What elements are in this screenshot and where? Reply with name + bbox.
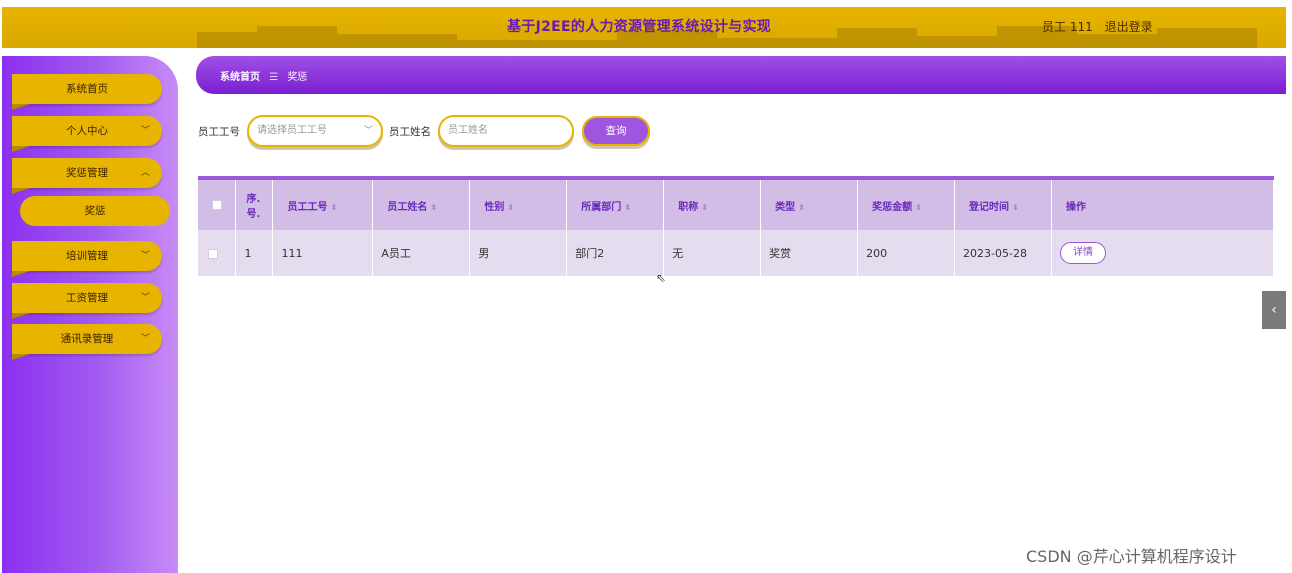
top-header: 基于J2EE的人力资源管理系统设计与实现 员工 111 退出登录: [2, 7, 1286, 48]
col-action: 操作: [1051, 178, 1274, 230]
cell-dept: 部门2: [566, 230, 665, 276]
select-all-cell: [198, 178, 237, 230]
sort-icon[interactable]: ⬍: [915, 203, 922, 212]
sidebar-item-salary-management[interactable]: 工资管理 ﹀: [12, 283, 162, 319]
sidebar-subitem-reward[interactable]: 奖惩: [20, 196, 170, 226]
emp-name-label: 员工姓名: [389, 126, 431, 138]
sort-icon[interactable]: ⬍: [1012, 203, 1019, 212]
table-row: 1 111 A员工 男 部门2 无 奖赏 200 2023-05-28 详情: [198, 230, 1274, 276]
col-dept[interactable]: 所属部门 ⬍: [566, 178, 665, 230]
logout-link[interactable]: 退出登录: [1105, 20, 1153, 34]
cell-date: 2023-05-28: [954, 230, 1052, 276]
watermark: CSDN @芹心计算机程序设计: [1026, 547, 1237, 566]
emp-name-input[interactable]: 员工姓名: [438, 115, 574, 147]
col-gender[interactable]: 性别 ⬍: [469, 178, 568, 230]
sidebar-item-reward-management[interactable]: 奖惩管理 ︿: [12, 158, 162, 194]
breadcrumb-current: 奖惩: [287, 72, 308, 83]
emp-no-label: 员工工号: [198, 126, 240, 138]
chevron-down-icon: ﹀: [140, 251, 150, 261]
sidebar-item-home[interactable]: 系统首页: [12, 74, 162, 110]
chevron-down-icon: ﹀: [140, 334, 150, 344]
cell-gender: 男: [469, 230, 568, 276]
select-all-checkbox[interactable]: [212, 199, 222, 210]
sidebar-item-label: 通讯录管理: [60, 333, 114, 345]
sidebar-item-label: 系统首页: [66, 83, 108, 95]
sidebar-item-contacts-management[interactable]: 通讯录管理 ﹀: [12, 324, 162, 360]
col-emp-name[interactable]: 员工姓名 ⬍: [372, 178, 471, 230]
col-amount[interactable]: 奖惩金额 ⬍: [857, 178, 956, 230]
table-header-row: 序.号. 员工工号 ⬍ 员工姓名 ⬍ 性别 ⬍ 所属部门 ⬍ 职称 ⬍ 类型 ⬍ 奖惩金额 ⬍…: [198, 178, 1274, 230]
detail-button[interactable]: 详情: [1060, 242, 1106, 264]
sidebar-item-training-management[interactable]: 培训管理 ﹀: [12, 241, 162, 277]
menu-icon: ☰: [269, 72, 279, 83]
col-type[interactable]: 类型 ⬍: [760, 178, 859, 230]
cell-emp-no: 111: [272, 230, 374, 276]
mouse-cursor-icon: ⇖: [656, 271, 667, 285]
sidebar-item-label: 培训管理: [66, 250, 108, 262]
row-select-cell: [198, 230, 237, 276]
site-title: 基于J2EE的人力资源管理系统设计与实现: [507, 19, 772, 35]
sidebar-item-label: 工资管理: [66, 292, 108, 304]
chevron-up-icon: ︿: [140, 168, 150, 178]
current-user: 员工 111: [1042, 20, 1093, 34]
sidebar-item-label: 奖惩: [84, 205, 106, 217]
emp-no-select[interactable]: 请选择员工工号 ﹀: [247, 115, 383, 147]
col-title[interactable]: 职称 ⬍: [663, 178, 762, 230]
sort-icon[interactable]: ⬍: [798, 203, 805, 212]
chevron-down-icon: ﹀: [140, 126, 150, 136]
emp-no-placeholder: 请选择员工工号: [257, 125, 327, 136]
cell-index: 1: [235, 230, 274, 276]
cell-amount: 200: [857, 230, 956, 276]
sidebar: 系统首页 个人中心 ﹀ 奖惩管理 ︿ 奖惩 培训管理 ﹀ 工资管理 ﹀ 通讯录管…: [2, 56, 178, 573]
col-date[interactable]: 登记时间 ⬍: [954, 178, 1052, 230]
col-emp-no[interactable]: 员工工号 ⬍: [272, 178, 374, 230]
user-area: 员工 111 退出登录: [1042, 18, 1161, 35]
collapse-panel-button[interactable]: ‹: [1262, 291, 1286, 329]
cell-emp-name: A员工: [372, 230, 471, 276]
query-button[interactable]: 查询: [582, 116, 650, 146]
sidebar-item-personal-center[interactable]: 个人中心 ﹀: [12, 116, 162, 152]
breadcrumb-home-link[interactable]: 系统首页: [220, 72, 260, 83]
sort-icon[interactable]: ⬍: [507, 203, 514, 212]
reward-table: 序.号. 员工工号 ⬍ 员工姓名 ⬍ 性别 ⬍ 所属部门 ⬍ 职称 ⬍ 类型 ⬍ 奖惩金额 ⬍…: [198, 176, 1274, 276]
chevron-down-icon: ﹀: [363, 126, 373, 136]
col-index: 序.号.: [235, 178, 274, 230]
chevron-down-icon: ﹀: [140, 293, 150, 303]
cell-title: 无: [663, 230, 762, 276]
breadcrumb: 系统首页 ☰ 奖惩: [196, 56, 1286, 94]
row-checkbox[interactable]: [208, 248, 218, 259]
sort-icon[interactable]: ⬍: [430, 203, 437, 212]
sidebar-item-label: 奖惩管理: [66, 167, 108, 179]
sort-icon[interactable]: ⬍: [701, 203, 708, 212]
emp-name-placeholder: 员工姓名: [448, 125, 488, 136]
cell-type: 奖赏: [760, 230, 859, 276]
sort-icon[interactable]: ⬍: [330, 203, 337, 212]
sidebar-item-label: 个人中心: [66, 125, 108, 137]
sort-icon[interactable]: ⬍: [624, 203, 631, 212]
cell-action: 详情: [1051, 230, 1274, 276]
